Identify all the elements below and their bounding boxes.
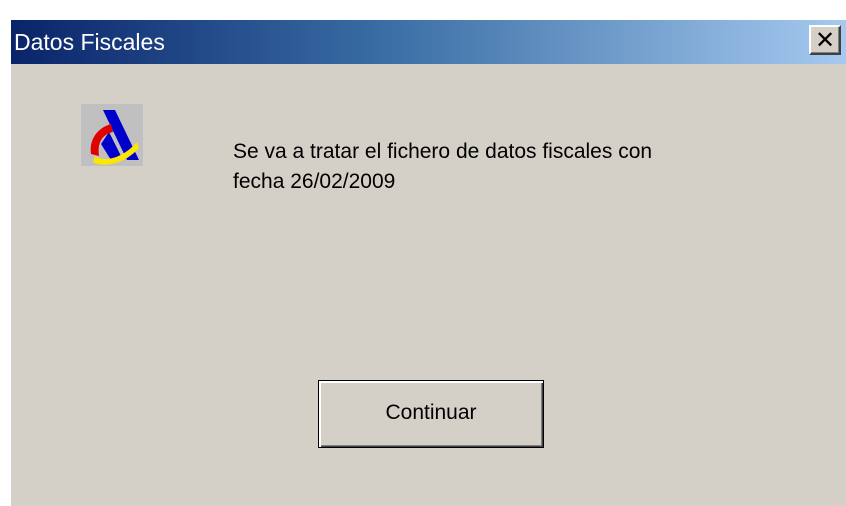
dialog-window: Datos Fiscales ✕ Se va a tratar el fiche…: [10, 20, 846, 506]
dialog-message: Se va a tratar el fichero de datos fisca…: [233, 137, 793, 197]
continue-button[interactable]: Continuar: [318, 380, 544, 448]
logo-graphic: [90, 110, 139, 165]
aeat-logo-icon: [81, 104, 143, 166]
close-button[interactable]: ✕: [809, 25, 841, 55]
close-icon: ✕: [814, 26, 836, 54]
window-title: Datos Fiscales: [14, 29, 165, 55]
message-line-1: Se va a tratar el fichero de datos fisca…: [233, 140, 653, 163]
title-bar[interactable]: Datos Fiscales ✕: [11, 20, 846, 64]
message-line-2: fecha 26/02/2009: [233, 170, 396, 193]
